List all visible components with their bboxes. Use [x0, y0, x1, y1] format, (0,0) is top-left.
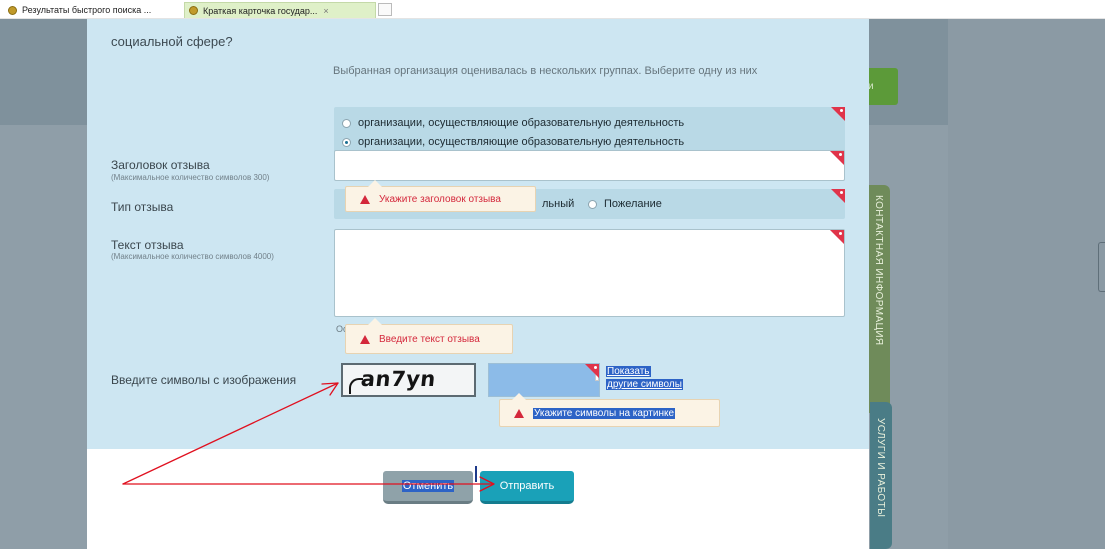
- tab-label: Краткая карточка государ...: [203, 5, 318, 16]
- side-tab-contact-info[interactable]: КОНТАКТНАЯ ИНФОРМАЦИЯ: [868, 185, 890, 413]
- tab-label: Результаты быстрого поиска ...: [22, 5, 152, 15]
- title-field-label: Заголовок отзыва: [111, 158, 210, 172]
- type-option[interactable]: льный: [542, 198, 574, 210]
- browser-tab-card[interactable]: Краткая карточка государ... ×: [184, 2, 376, 18]
- cancel-label: Отменить: [401, 480, 455, 492]
- captcha-image: an7yn: [341, 363, 476, 397]
- warning-icon: [514, 408, 524, 418]
- warning-icon: [360, 334, 370, 344]
- captcha-error-tooltip: Укажите символы на картинке: [499, 393, 720, 427]
- radio-icon[interactable]: [342, 118, 351, 128]
- new-tab-button[interactable]: [378, 3, 392, 16]
- refresh-link-line2: другие символы: [606, 379, 683, 390]
- text-error-tooltip: Введите текст отзыва: [345, 318, 513, 354]
- radio-icon[interactable]: [588, 199, 597, 209]
- group-hint: Выбранная организация оценивалась в неск…: [333, 65, 758, 77]
- title-field-hint: (Максимальное количество символов 300): [111, 173, 270, 182]
- browser-tab-search-results[interactable]: Результаты быстрого поиска ...: [4, 2, 186, 18]
- captcha-input[interactable]: [488, 363, 600, 397]
- error-text: Введите текст отзыва: [379, 333, 480, 345]
- required-marker-icon: [830, 151, 844, 165]
- group-option[interactable]: организации, осуществляющие образователь…: [342, 136, 684, 148]
- type-option-label: Пожелание: [604, 198, 662, 210]
- review-modal: социальной сфере? Выбранная организация …: [87, 19, 869, 549]
- required-marker-icon: [585, 364, 599, 378]
- type-field-label: Тип отзыва: [111, 200, 174, 214]
- group-option[interactable]: организации, осуществляющие образователь…: [342, 117, 684, 129]
- question-text: социальной сфере?: [111, 34, 233, 49]
- review-form: социальной сфере? Выбранная организация …: [87, 19, 869, 449]
- required-marker-icon: [831, 107, 845, 121]
- browser-tab-bar: Результаты быстрого поиска ... Краткая к…: [0, 0, 1105, 19]
- type-option-wish[interactable]: Пожелание: [588, 198, 662, 210]
- background-right-panel: [948, 19, 1105, 549]
- refresh-captcha-link[interactable]: Показать другие символы: [606, 365, 683, 391]
- required-marker-icon: [831, 189, 845, 203]
- emblem-icon: [8, 5, 17, 15]
- side-tab-services[interactable]: УСЛУГИ И РАБОТЫ: [870, 402, 892, 549]
- side-tab-label: УСЛУГИ И РАБОТЫ: [875, 418, 886, 518]
- required-marker-icon: [830, 230, 844, 244]
- error-text: Укажите заголовок отзыва: [379, 193, 501, 205]
- cancel-button[interactable]: Отменить: [383, 471, 473, 504]
- title-input[interactable]: [334, 150, 845, 181]
- group-selector: организации, осуществляющие образователь…: [334, 107, 845, 154]
- text-cursor-icon: [475, 466, 477, 482]
- text-field-label: Текст отзыва: [111, 238, 184, 252]
- group-option-label: организации, осуществляющие образователь…: [358, 136, 685, 148]
- radio-selected-icon[interactable]: [342, 137, 351, 147]
- emblem-icon: [189, 6, 198, 15]
- captcha-image-text: an7yn: [359, 367, 438, 391]
- side-tab-label: КОНТАКТНАЯ ИНФОРМАЦИЯ: [873, 195, 884, 346]
- close-icon[interactable]: ×: [323, 6, 328, 16]
- text-field-hint: (Максимальное количество символов 4000): [111, 252, 274, 261]
- refresh-link-line1: Показать: [606, 366, 651, 377]
- title-error-tooltip: Укажите заголовок отзыва: [345, 180, 536, 212]
- submit-button[interactable]: Отправить: [480, 471, 574, 504]
- captcha-label: Введите символы с изображения: [111, 373, 297, 387]
- type-option-label: льный: [542, 198, 575, 210]
- review-textarea[interactable]: [334, 229, 845, 317]
- error-text: Укажите символы на картинке: [533, 407, 676, 419]
- warning-icon: [360, 194, 370, 204]
- group-option-label: организации, осуществляющие образователь…: [358, 117, 685, 129]
- background-box-edge: [1098, 242, 1105, 292]
- submit-label: Отправить: [499, 480, 555, 492]
